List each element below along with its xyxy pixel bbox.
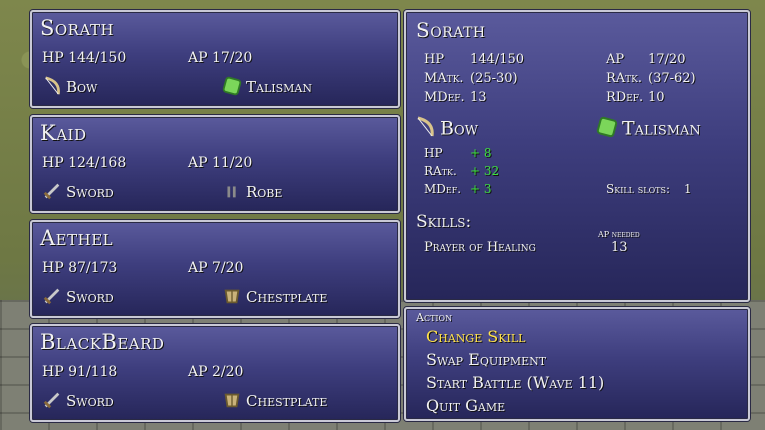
robe-icon	[222, 181, 242, 205]
member-ap: AP 11/20	[188, 155, 253, 171]
bonus-ratk-label: RAtk.	[424, 164, 457, 178]
character-detail-panel: Sorath HP 144/150 MAtk. (25-30) MDef. 13…	[404, 10, 750, 302]
detail-ratk-value: (37-62)	[648, 71, 696, 86]
member-weapon: Sword	[42, 286, 114, 310]
member-armor: Robe	[222, 181, 282, 205]
party-member-card[interactable]: Aethel HP 87/173 AP 7/20 Sword Chestplat…	[30, 220, 400, 318]
member-hp: HP 91/118	[42, 364, 118, 380]
detail-hp-label: HP	[424, 52, 445, 67]
bonus-mdef-value: + 3	[470, 182, 492, 196]
member-armor: Chestplate	[222, 390, 327, 414]
action-change-skill[interactable]: Change Skill	[426, 327, 525, 346]
member-name: Sorath	[40, 16, 115, 40]
action-swap-equipment[interactable]: Swap Equipment	[426, 350, 546, 369]
bonus-mdef-label: MDef.	[424, 182, 462, 196]
detail-mdef-label: MDef.	[424, 90, 465, 105]
ap-needed-label: AP needed	[598, 230, 640, 239]
detail-matk-label: MAtk.	[424, 71, 464, 86]
detail-name: Sorath	[416, 18, 486, 42]
member-hp: HP 124/168	[42, 155, 127, 171]
member-hp: HP 144/150	[42, 50, 127, 66]
bow-icon	[42, 76, 62, 100]
sword-icon	[42, 390, 62, 414]
detail-matk-value: (25-30)	[470, 71, 518, 86]
member-name: BlackBeard	[40, 330, 165, 354]
skill-slots-value: 1	[684, 182, 692, 196]
member-armor-label: Chestplate	[246, 288, 328, 306]
member-weapon: Bow	[42, 76, 97, 100]
detail-rdef-label: RDef.	[606, 90, 644, 105]
member-ap: AP 7/20	[188, 260, 244, 276]
bonus-hp-label: HP	[424, 146, 443, 160]
member-weapon: Sword	[42, 390, 114, 414]
skill-name[interactable]: Prayer of Healing	[424, 240, 536, 255]
detail-armor-label: Talisman	[622, 117, 701, 140]
skill-slots-label: Skill slots:	[606, 182, 671, 196]
bonus-ratk-value: + 32	[470, 164, 500, 178]
member-armor: Chestplate	[222, 286, 327, 310]
member-weapon-label: Sword	[66, 288, 114, 306]
action-start-battle[interactable]: Start Battle (Wave 11)	[426, 373, 604, 392]
party-member-card[interactable]: Sorath HP 144/150 AP 17/20 Bow Talisman	[30, 10, 400, 108]
bow-icon	[414, 116, 436, 143]
member-armor-label: Talisman	[246, 78, 312, 96]
detail-mdef-value: 13	[470, 90, 487, 105]
detail-hp-value: 144/150	[470, 52, 525, 67]
member-hp: HP 87/173	[42, 260, 118, 276]
sword-icon	[42, 181, 62, 205]
action-quit-game[interactable]: Quit Game	[426, 396, 505, 415]
skill-ap: 13	[611, 240, 628, 255]
party-member-card[interactable]: Kaid HP 124/168 AP 11/20 Sword Robe	[30, 115, 400, 213]
member-armor-label: Robe	[246, 183, 283, 201]
member-weapon-label: Sword	[66, 183, 114, 201]
action-menu-title: Action	[416, 311, 453, 324]
member-weapon: Sword	[42, 181, 114, 205]
member-armor: Talisman	[222, 76, 312, 100]
member-ap: AP 2/20	[188, 364, 244, 380]
chestplate-icon	[222, 286, 242, 310]
member-ap: AP 17/20	[188, 50, 253, 66]
chestplate-icon	[222, 390, 242, 414]
talisman-icon	[222, 76, 242, 100]
detail-ratk-label: RAtk.	[606, 71, 643, 86]
member-weapon-label: Bow	[66, 78, 98, 96]
skills-title: Skills:	[416, 212, 472, 232]
detail-weapon-label: Bow	[440, 117, 478, 140]
sword-icon	[42, 286, 62, 310]
detail-weapon[interactable]: Bow	[414, 116, 478, 143]
member-weapon-label: Sword	[66, 392, 114, 410]
bonus-hp-value: + 8	[470, 146, 492, 160]
member-name: Kaid	[40, 121, 87, 145]
talisman-icon	[596, 116, 618, 143]
detail-ap-label: AP	[606, 52, 625, 67]
member-armor-label: Chestplate	[246, 392, 328, 410]
action-menu: Action Change Skill Swap Equipment Start…	[404, 307, 750, 421]
detail-armor[interactable]: Talisman	[596, 116, 701, 143]
member-name: Aethel	[40, 226, 114, 250]
detail-ap-value: 17/20	[648, 52, 686, 67]
detail-rdef-value: 10	[648, 90, 665, 105]
party-member-card[interactable]: BlackBeard HP 91/118 AP 2/20 Sword Chest…	[30, 324, 400, 422]
